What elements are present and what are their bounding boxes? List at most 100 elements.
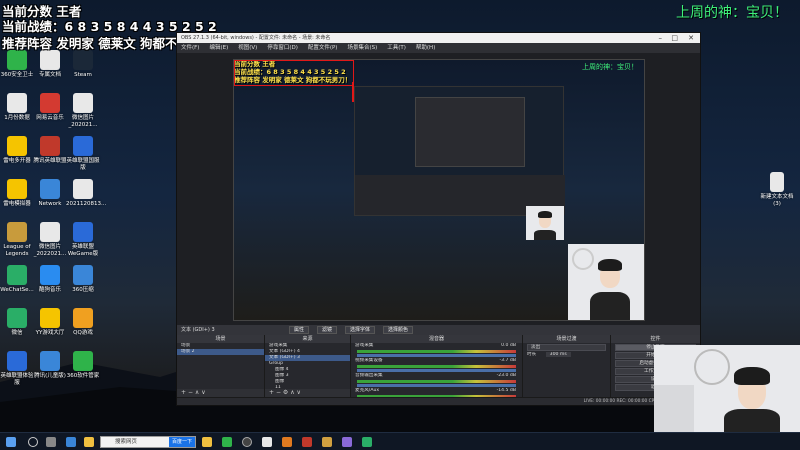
minimize-icon[interactable]: – bbox=[659, 33, 663, 43]
volume-slider[interactable] bbox=[357, 354, 516, 357]
maximize-icon[interactable]: □ bbox=[671, 33, 678, 43]
volume-slider[interactable] bbox=[357, 369, 516, 372]
select-color-button[interactable]: 选择颜色 bbox=[383, 326, 414, 334]
desktop-icon[interactable]: Steam bbox=[66, 50, 100, 79]
app-icon-1[interactable] bbox=[282, 437, 292, 447]
source-up-icon[interactable]: ∧ bbox=[290, 389, 294, 396]
desktop-icon-label: 新建文本文档(3) bbox=[760, 194, 794, 207]
desktop-icon[interactable]: 360安全卫士 bbox=[0, 50, 34, 79]
menu-item[interactable]: 场景集合(S) bbox=[347, 43, 377, 53]
sources-header: 来源 bbox=[265, 335, 350, 343]
transition-type-select[interactable]: 淡出 bbox=[527, 344, 606, 351]
app-icon bbox=[40, 136, 60, 156]
duration-input[interactable]: 300 ms bbox=[545, 352, 571, 357]
add-scene-icon[interactable]: + bbox=[181, 389, 186, 396]
desktop-icon-label: 网易云音乐 bbox=[36, 115, 64, 121]
obs-title-bar[interactable]: OBS 27.1.3 (64-bit, windows) - 配置文件: 未命名… bbox=[177, 33, 700, 43]
desktop-icon[interactable]: WeChatSe... bbox=[0, 265, 34, 294]
close-icon[interactable]: ✕ bbox=[688, 33, 694, 43]
filters-button[interactable]: 滤镜 bbox=[317, 326, 338, 334]
desktop-icon[interactable]: 英雄联盟国服版 bbox=[66, 136, 100, 172]
desktop-icon[interactable]: 腾讯(儿童版) bbox=[33, 351, 67, 380]
desktop-icon[interactable]: 2021120813... bbox=[66, 179, 107, 208]
desktop-icon[interactable]: 新建文本文档(3) bbox=[760, 172, 794, 208]
app-icon-4[interactable] bbox=[342, 437, 352, 447]
edge-icon[interactable] bbox=[66, 437, 76, 447]
remove-scene-icon[interactable]: − bbox=[188, 389, 193, 396]
nested-webcam bbox=[526, 206, 564, 240]
desktop-icon[interactable]: 英雄联盟WeGame版 bbox=[66, 222, 100, 258]
desktop-icon[interactable]: 酷狗音乐 bbox=[33, 265, 67, 294]
notepad-icon[interactable] bbox=[262, 437, 272, 447]
app-icon bbox=[40, 222, 60, 242]
baidu-search-box[interactable]: 搜索网页 百度一下 bbox=[100, 436, 196, 448]
move-up-icon[interactable]: ∧ bbox=[195, 389, 199, 396]
menu-item[interactable]: 配置文件(P) bbox=[308, 43, 338, 53]
wechat-taskbar-icon[interactable] bbox=[362, 437, 372, 447]
desktop-icon[interactable]: 微信 bbox=[0, 308, 34, 337]
mixer-channel-db: -3.7 dB bbox=[499, 358, 517, 363]
menu-item[interactable]: 停靠窗口(D) bbox=[267, 43, 298, 53]
windows-start-icon[interactable] bbox=[6, 437, 16, 447]
menu-item[interactable]: 视图(V) bbox=[238, 43, 257, 53]
obs-preview[interactable]: 当前分数 王者 当前战绩：6 8 3 5 8 4 4 3 5 2 5 2 推荐阵… bbox=[177, 53, 700, 325]
menu-item[interactable]: 编辑(E) bbox=[209, 43, 228, 53]
app-icon bbox=[73, 265, 93, 285]
desktop-icon[interactable]: 网易云音乐 bbox=[33, 93, 67, 122]
volume-slider[interactable] bbox=[357, 384, 516, 387]
obs-window[interactable]: OBS 27.1.3 (64-bit, windows) - 配置文件: 未命名… bbox=[176, 32, 701, 406]
explorer-icon[interactable] bbox=[84, 437, 94, 447]
desktop-icon[interactable]: 英雄联盟体验服 bbox=[0, 351, 34, 387]
desktop-icon[interactable]: QQ游戏 bbox=[66, 308, 100, 337]
desktop-icon-label: YY游戏大厅 bbox=[35, 330, 65, 336]
desktop-icon[interactable]: 1月份数据 bbox=[0, 93, 34, 122]
desktop-icon-label: Network bbox=[38, 201, 62, 207]
app-icon bbox=[73, 179, 93, 199]
preview-canvas: 当前分数 王者 当前战绩：6 8 3 5 8 4 4 3 5 2 5 2 推荐阵… bbox=[233, 59, 645, 321]
source-settings-icon[interactable]: ⚙ bbox=[283, 389, 288, 396]
desktop-icon[interactable]: 微信图片_2022021... bbox=[33, 222, 67, 258]
task-view-icon[interactable] bbox=[46, 437, 56, 447]
desktop-icon[interactable]: 腾讯英雄联盟 bbox=[33, 136, 67, 165]
chair bbox=[654, 385, 694, 432]
mixer-channel: 音频输出采集 -23.0 dB bbox=[351, 373, 522, 387]
transition-duration: 时长 300 ms bbox=[523, 352, 610, 358]
desktop-icon-label: QQ游戏 bbox=[73, 330, 93, 336]
desktop-icon-label: 2021120813... bbox=[66, 201, 107, 207]
move-down-icon[interactable]: ∨ bbox=[201, 389, 205, 396]
folder-icon[interactable] bbox=[202, 437, 212, 447]
obs-taskbar-icon[interactable] bbox=[242, 437, 252, 447]
mixer-channel-row: 麦克风/Aux -14.5 dB bbox=[351, 388, 522, 394]
properties-button[interactable]: 属性 bbox=[289, 326, 310, 334]
desktop-icon-label: 酷狗音乐 bbox=[38, 287, 61, 293]
desktop-icon[interactable]: Network bbox=[33, 179, 67, 208]
desktop-icon[interactable]: YY游戏大厅 bbox=[33, 308, 67, 337]
remove-source-icon[interactable]: − bbox=[276, 389, 281, 396]
app-icon-2[interactable] bbox=[302, 437, 312, 447]
search-icon[interactable] bbox=[28, 437, 38, 447]
desktop-icon[interactable]: 360压缩 bbox=[66, 265, 100, 294]
desktop-icon[interactable]: 专属文档 bbox=[33, 50, 67, 79]
scene-item[interactable]: 场景 2 bbox=[177, 349, 264, 355]
selection-box[interactable] bbox=[234, 60, 354, 86]
app-icon bbox=[73, 351, 93, 371]
app-icon bbox=[7, 222, 27, 242]
desktop-icon[interactable]: League of Legends bbox=[0, 222, 34, 258]
app-icon-3[interactable] bbox=[322, 437, 332, 447]
menu-item[interactable]: 文件(F) bbox=[181, 43, 199, 53]
scenes-header: 场景 bbox=[177, 335, 264, 343]
menu-item[interactable]: 帮助(H) bbox=[416, 43, 435, 53]
desktop-icon[interactable]: 微信图片_202021... bbox=[66, 93, 100, 129]
sources-dock: 来源 游戏采集 文本 (GDI+) 4 文本 (GDI+) 3 Group 图像 4 图像… bbox=[265, 335, 351, 397]
browser-360-icon[interactable] bbox=[222, 437, 232, 447]
search-text: 搜索网页 bbox=[115, 439, 138, 445]
desktop-icon[interactable]: 雷电模拟器 bbox=[0, 179, 34, 208]
app-icon bbox=[7, 351, 27, 371]
baidu-search-button[interactable]: 百度一下 bbox=[169, 437, 195, 447]
desktop-icon[interactable]: 360软件管家 bbox=[66, 351, 100, 380]
add-source-icon[interactable]: + bbox=[269, 389, 274, 396]
menu-item[interactable]: 工具(T) bbox=[387, 43, 406, 53]
select-font-button[interactable]: 选择字体 bbox=[345, 326, 376, 334]
source-down-icon[interactable]: ∨ bbox=[297, 389, 301, 396]
desktop-icon[interactable]: 雷电多开器 bbox=[0, 136, 34, 165]
